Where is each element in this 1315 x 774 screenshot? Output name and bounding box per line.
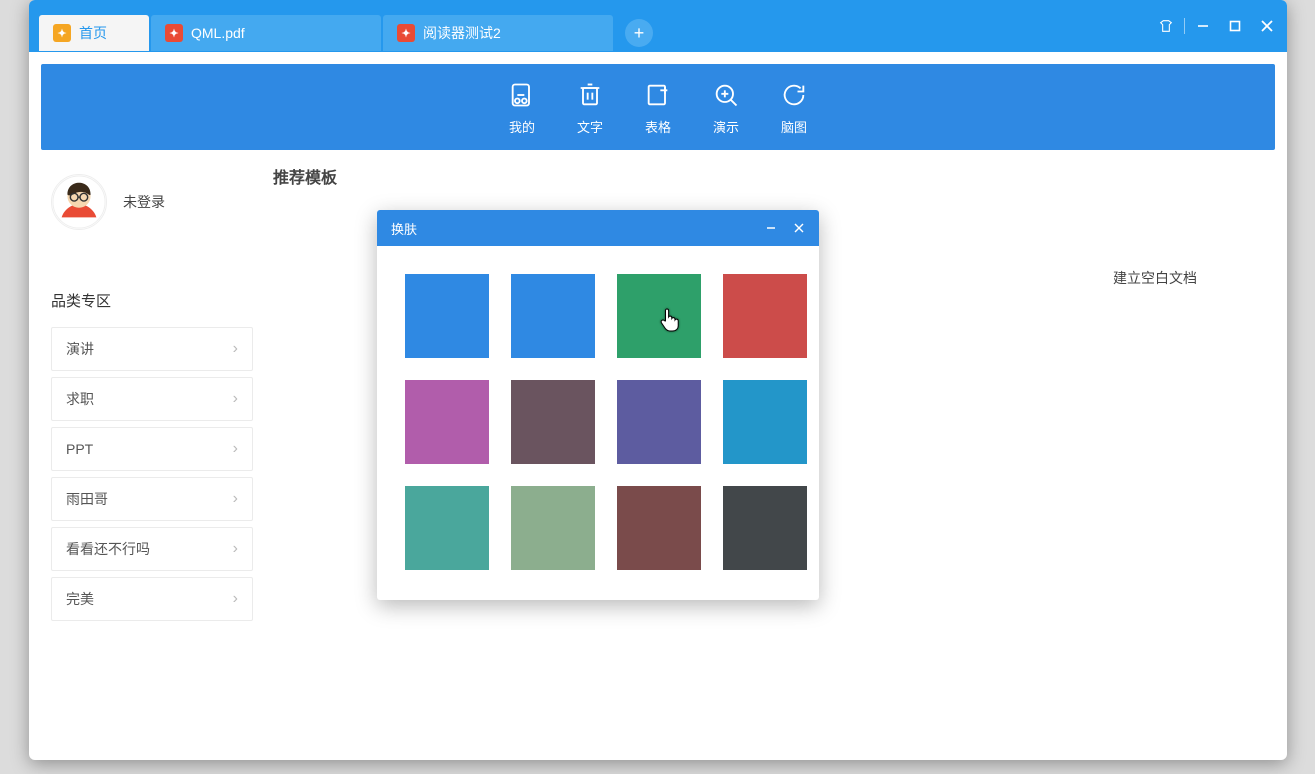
login-text: 未登录 — [123, 192, 165, 212]
skin-close-button[interactable] — [789, 218, 809, 238]
blank-doc-link[interactable]: 建立空白文档 — [1035, 268, 1275, 288]
banner-mine-label: 我的 — [509, 117, 535, 136]
skin-swatch-7[interactable] — [723, 380, 807, 464]
tab-home-label: 首页 — [79, 23, 107, 43]
content-area: 我的 文字 表格 演示 — [29, 52, 1287, 760]
tab-home[interactable]: ✦ 首页 — [39, 15, 149, 51]
tab-file-2-label: 阅读器测试2 — [423, 23, 501, 43]
category-item-5[interactable]: 完美 › — [51, 577, 253, 621]
banner-mine[interactable]: 我的 — [506, 79, 538, 136]
skin-grid — [377, 246, 819, 600]
banner-text-label: 文字 — [577, 117, 603, 136]
divider — [1184, 18, 1185, 34]
skin-swatch-8[interactable] — [405, 486, 489, 570]
banner-present-label: 演示 — [713, 117, 739, 136]
chevron-right-icon: › — [233, 540, 238, 558]
action-banner: 我的 文字 表格 演示 — [41, 64, 1275, 150]
category-item-label: 雨田哥 — [66, 489, 108, 509]
category-item-label: PPT — [66, 441, 93, 457]
category-item-label: 完美 — [66, 589, 94, 609]
category-title: 品类专区 — [51, 290, 253, 311]
banner-present[interactable]: 演示 — [710, 79, 742, 136]
zoom-icon — [710, 79, 742, 111]
chevron-right-icon: › — [233, 490, 238, 508]
tab-file-2[interactable]: ✦ 阅读器测试2 — [383, 15, 613, 51]
category-item-1[interactable]: 求职 › — [51, 377, 253, 421]
category-item-label: 求职 — [66, 389, 94, 409]
skin-swatch-10[interactable] — [617, 486, 701, 570]
fire-icon: ✦ — [165, 24, 183, 42]
category-item-3[interactable]: 雨田哥 › — [51, 477, 253, 521]
maximize-button[interactable] — [1221, 12, 1249, 40]
category-item-2[interactable]: PPT › — [51, 427, 253, 471]
avatar — [51, 174, 107, 230]
category-item-4[interactable]: 看看还不行吗 › — [51, 527, 253, 571]
skin-minimize-button[interactable] — [761, 218, 781, 238]
skin-swatch-4[interactable] — [405, 380, 489, 464]
banner-table-label: 表格 — [645, 117, 671, 136]
chevron-right-icon: › — [233, 440, 238, 458]
skin-swatch-5[interactable] — [511, 380, 595, 464]
app-window: ✦ 首页 ✦ QML.pdf ✦ 阅读器测试2 + — [29, 0, 1287, 760]
close-button[interactable] — [1253, 12, 1281, 40]
tab-file-1-label: QML.pdf — [191, 25, 245, 41]
chevron-right-icon: › — [233, 340, 238, 358]
skin-dialog-title: 换肤 — [391, 219, 417, 238]
banner-mind-label: 脑图 — [781, 117, 807, 136]
skin-swatch-0[interactable] — [405, 274, 489, 358]
chevron-right-icon: › — [233, 390, 238, 408]
skin-swatch-3[interactable] — [723, 274, 807, 358]
skin-swatch-9[interactable] — [511, 486, 595, 570]
skin-swatch-6[interactable] — [617, 380, 701, 464]
right-column: 建立空白文档 — [1035, 168, 1275, 627]
fire-icon: ✦ — [397, 24, 415, 42]
minimize-button[interactable] — [1189, 12, 1217, 40]
skin-dialog: 换肤 — [377, 210, 819, 600]
refresh-icon — [778, 79, 810, 111]
section-recommend-title: 推荐模板 — [273, 164, 1035, 188]
window-controls — [1152, 0, 1281, 52]
skin-swatch-11[interactable] — [723, 486, 807, 570]
tab-file-1[interactable]: ✦ QML.pdf — [151, 15, 381, 51]
skin-swatch-1[interactable] — [511, 274, 595, 358]
user-block[interactable]: 未登录 — [51, 174, 253, 230]
chevron-right-icon: › — [233, 590, 238, 608]
banner-mind[interactable]: 脑图 — [778, 79, 810, 136]
export-icon — [642, 79, 674, 111]
banner-text[interactable]: 文字 — [574, 79, 606, 136]
category-item-label: 看看还不行吗 — [66, 539, 150, 559]
tab-add-button[interactable]: + — [625, 19, 653, 47]
sidebar-left: 未登录 品类专区 演讲 › 求职 › PPT › 雨田哥 › — [41, 168, 253, 627]
skin-dialog-header[interactable]: 换肤 — [377, 210, 819, 246]
category-item-label: 演讲 — [66, 339, 94, 359]
skin-icon[interactable] — [1152, 12, 1180, 40]
home-icon: ✦ — [53, 24, 71, 42]
mine-icon — [506, 79, 538, 111]
skin-swatch-2[interactable] — [617, 274, 701, 358]
trash-icon — [574, 79, 606, 111]
titlebar: ✦ 首页 ✦ QML.pdf ✦ 阅读器测试2 + — [29, 0, 1287, 52]
category-item-0[interactable]: 演讲 › — [51, 327, 253, 371]
banner-table[interactable]: 表格 — [642, 79, 674, 136]
